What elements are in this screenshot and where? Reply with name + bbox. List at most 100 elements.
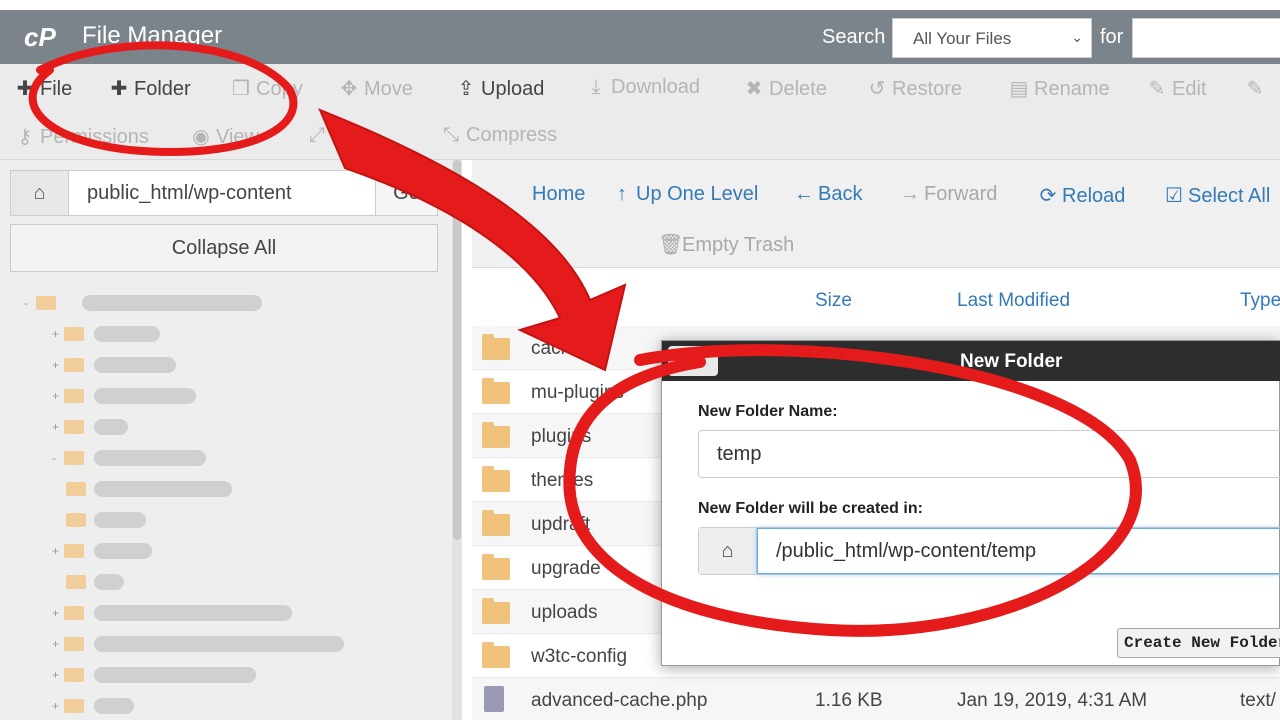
scrollbar-thumb[interactable] — [453, 160, 461, 540]
path-input[interactable]: public_html/wp-content — [87, 182, 292, 205]
new-folder-button[interactable]: ✚ Folder — [108, 76, 191, 101]
back-label: Back — [818, 183, 863, 205]
collapse-icon[interactable]: - — [24, 296, 34, 310]
expand-icon[interactable]: + — [52, 327, 62, 341]
expand-icon[interactable]: + — [52, 420, 62, 434]
file-type: text/ — [1240, 690, 1276, 711]
edit-button[interactable]: ✎ Edit — [1146, 76, 1207, 101]
tree-item[interactable]: + — [20, 600, 440, 631]
empty-trash-button[interactable]: 🗑Empty Trash — [658, 232, 794, 257]
folder-icon — [66, 482, 86, 496]
upload-button[interactable]: ⇪ Upload — [455, 76, 545, 101]
back-button[interactable]: ← Back — [794, 183, 862, 206]
up-one-level-button[interactable]: ↑ Up One Level — [612, 183, 758, 206]
tree-scrollbar[interactable] — [452, 160, 462, 720]
folder-name-label: New Folder Name: — [698, 403, 838, 420]
expand-icon[interactable]: + — [52, 358, 62, 372]
rename-icon: ▤ — [1009, 78, 1029, 100]
expand-icon[interactable]: + — [52, 389, 62, 403]
expand-icon[interactable]: + — [52, 699, 62, 713]
blurred-label — [94, 698, 134, 714]
view-label: View — [216, 126, 259, 148]
compress-button[interactable]: ⤡ Compress — [440, 124, 557, 147]
tree-item[interactable]: + — [20, 414, 440, 445]
file-modified: Jan 19, 2019, 4:31 AM — [957, 690, 1148, 711]
column-header-type[interactable]: Type — [1240, 290, 1280, 312]
forward-button[interactable]: → Forward — [900, 183, 997, 206]
folder-icon — [64, 420, 84, 434]
blurred-label — [94, 512, 146, 528]
key-icon: ⚷ — [17, 126, 33, 148]
select-all-button[interactable]: ☑ Select All — [1164, 183, 1270, 208]
restore-button[interactable]: ↺ Restore — [866, 76, 962, 101]
blurred-label — [94, 419, 128, 435]
tree-item[interactable]: + — [20, 538, 440, 569]
html-editor-icon: ✎ — [1246, 78, 1264, 100]
trash-icon: 🗑 — [658, 234, 684, 256]
file-name: mu-plugins — [531, 382, 624, 403]
rename-button[interactable]: ▤ Rename — [1008, 76, 1110, 101]
search-input[interactable] — [1132, 18, 1280, 58]
folder-location-input[interactable]: /public_html/wp-content/temp — [757, 528, 1280, 574]
tree-item[interactable]: + — [20, 383, 440, 414]
blurred-label — [94, 574, 124, 590]
tree-item[interactable]: + — [20, 693, 440, 720]
expand-icon[interactable]: + — [52, 637, 62, 651]
tree-item[interactable] — [20, 476, 440, 507]
move-button[interactable]: ✥ Move — [338, 76, 413, 101]
tree-item[interactable] — [20, 569, 440, 600]
tree-item[interactable]: + — [20, 662, 440, 693]
file-toolbar: ✚ File ✚ Folder ❐ Copy ✥ Move ⇪ Upload ⤓ Downl… — [0, 64, 1280, 160]
go-button[interactable]: Go — [375, 171, 437, 215]
copy-button[interactable]: ❐ Copy — [230, 76, 303, 101]
download-button[interactable]: ⤓ Download — [585, 76, 700, 99]
search-scope-value: All Your Files — [913, 29, 1012, 48]
plus-icon: ✚ — [110, 78, 128, 100]
folder-icon — [64, 451, 84, 465]
tree-item[interactable]: - — [20, 445, 440, 476]
search-scope-select[interactable]: All Your Files ⌄ — [892, 18, 1092, 58]
upload-icon: ⇪ — [457, 78, 475, 100]
html-editor-button[interactable]: ✎ — [1244, 76, 1270, 101]
collapse-icon[interactable]: - — [52, 451, 62, 465]
column-header-last-modified[interactable]: Last Modified — [957, 290, 1070, 312]
folder-icon — [66, 513, 86, 527]
tree-item[interactable]: + — [20, 321, 440, 352]
permissions-button[interactable]: ⚷ Permissions — [14, 124, 149, 149]
download-label: Download — [611, 76, 700, 98]
delete-label: Delete — [769, 78, 827, 100]
file-name: plugins — [531, 426, 592, 447]
folder-name-input[interactable]: temp — [698, 430, 1280, 478]
home-folder-icon — [36, 296, 56, 310]
close-icon[interactable]: ✕ — [668, 346, 718, 376]
new-folder-dialog: New Folder ✕ New Folder Name: temp New F… — [661, 340, 1280, 666]
blurred-label — [94, 543, 152, 559]
home-icon[interactable]: ⌂ — [11, 171, 69, 215]
expand-icon[interactable]: + — [52, 606, 62, 620]
view-button[interactable]: ◉ View — [190, 124, 259, 149]
expand-icon[interactable]: + — [52, 668, 62, 682]
tree-item[interactable] — [20, 507, 440, 538]
home-button[interactable]: Home — [532, 183, 585, 206]
folder-icon — [482, 598, 510, 624]
table-row[interactable]: advanced-cache.php 1.16 KB Jan 19, 2019,… — [472, 678, 1280, 720]
app-title: File Manager — [82, 22, 223, 49]
new-file-button[interactable]: ✚ File — [14, 76, 73, 101]
folder-icon — [482, 466, 510, 492]
arrow-left-icon: ← — [794, 183, 814, 205]
create-new-folder-button[interactable]: Create New Folder — [1117, 628, 1280, 658]
file-name: updraft — [531, 514, 591, 535]
tree-item[interactable]: + — [20, 352, 440, 383]
tree-item[interactable]: + — [20, 631, 440, 662]
collapse-all-button[interactable]: Collapse All — [10, 224, 438, 272]
folder-icon — [64, 606, 84, 620]
arrow-right-icon: → — [900, 183, 920, 205]
search-label: Search — [822, 26, 886, 48]
expand-icon[interactable]: + — [52, 544, 62, 558]
delete-button[interactable]: ✖ Delete — [743, 76, 827, 101]
tree-item[interactable]: - — [20, 290, 440, 321]
column-header-size[interactable]: Size — [815, 290, 852, 312]
extract-button[interactable]: ⤢ — [306, 124, 332, 147]
compress-label: Compress — [466, 124, 558, 146]
reload-button[interactable]: ⟳ Reload — [1038, 183, 1126, 208]
